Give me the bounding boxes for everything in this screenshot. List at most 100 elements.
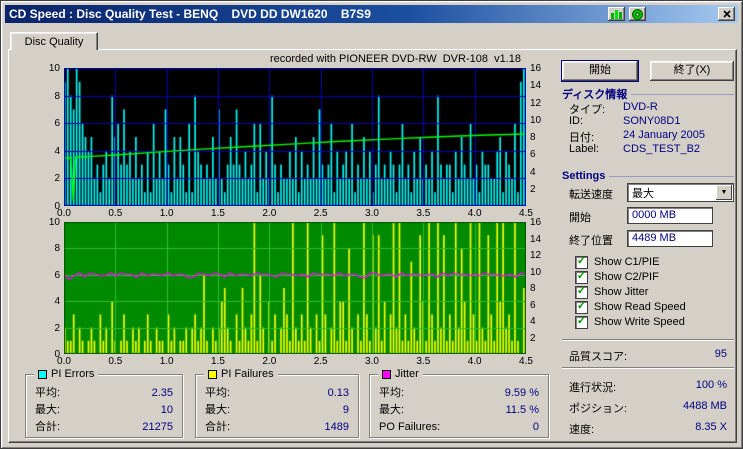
y2-axis-tick: 8 xyxy=(530,132,536,143)
disc-info-row: Label: CDS_TEST_B2 xyxy=(569,143,733,155)
checkbox-show-c2-pif[interactable]: ✓ Show C2/PIF xyxy=(575,270,659,284)
panel-title: PI Errors xyxy=(51,368,95,380)
panel-title: Jitter xyxy=(395,368,419,380)
stat-panel-pi-errors: PI Errors 平均: 2.35 最大: 10 合計: 21275 xyxy=(25,368,183,438)
pi-errors-swatch xyxy=(38,369,47,379)
disc-info-value: SONY08D1 xyxy=(623,115,681,127)
title-bar[interactable]: CD Speed : Disc Quality Test - BENQ DVD … xyxy=(5,5,738,23)
header-rule xyxy=(609,176,734,177)
checkbox-box[interactable]: ✓ xyxy=(575,300,588,314)
check-icon: ✓ xyxy=(576,270,587,282)
stat-label: 平均: xyxy=(35,387,61,399)
checkbox-show-c1-pie[interactable]: ✓ Show C1/PIE xyxy=(575,255,659,269)
disc-info-label: ID: xyxy=(569,115,584,127)
disc-icon xyxy=(632,8,643,20)
stat-label: PO Failures: xyxy=(379,421,441,433)
stat-value: 1489 xyxy=(324,421,349,433)
stat-row: 最大: 9 xyxy=(196,402,358,419)
header-rule xyxy=(631,94,734,95)
app-window: CD Speed : Disc Quality Test - BENQ DVD … xyxy=(0,0,743,449)
check-icon: ✓ xyxy=(576,315,587,327)
y-axis-tick: 0 xyxy=(54,201,60,212)
end-position-field[interactable]: 4489 MB xyxy=(627,230,713,247)
checkbox-show-read-speed[interactable]: ✓ Show Read Speed xyxy=(575,300,686,314)
transfer-speed-select[interactable]: 最大 ▼ xyxy=(627,183,734,202)
pi-failures-swatch xyxy=(208,369,217,379)
status-value: 100 % xyxy=(695,379,727,391)
disc-info-header: ディスク情報 xyxy=(562,86,734,102)
transfer-speed-value: 最大 xyxy=(632,187,654,200)
status-row: 進行状況: 100 % xyxy=(569,379,727,395)
y2-axis-tick: 16 xyxy=(530,63,542,74)
x-axis-tick: 1.0 xyxy=(159,356,174,367)
y-axis-tick: 6 xyxy=(54,118,60,130)
stat-label: 最大: xyxy=(205,404,231,416)
chart-icon xyxy=(611,10,622,19)
checkbox-show-write-speed[interactable]: ✓ Show Write Speed xyxy=(575,315,685,329)
y2-axis-tick: 16 xyxy=(530,217,542,228)
checkbox-box[interactable]: ✓ xyxy=(575,270,588,284)
checkbox-label: Show Read Speed xyxy=(594,301,686,313)
x-axis-tick: 3.0 xyxy=(365,356,379,367)
disc-info-label: Label: xyxy=(569,143,599,155)
stat-value: 9.59 % xyxy=(504,387,539,399)
y2-axis-tick: 2 xyxy=(530,183,536,195)
window-title: CD Speed : Disc Quality Test - BENQ DVD … xyxy=(9,7,371,21)
x-axis-tick: 2.5 xyxy=(313,356,328,367)
exit-button[interactable]: 終了(X) xyxy=(650,61,734,81)
x-axis-tick: 1.5 xyxy=(211,356,225,367)
disc-icon-button[interactable] xyxy=(629,7,646,21)
disc-quality-page: recorded with PIONEER DVD-RW DVR-108 v1.… xyxy=(8,49,737,443)
status-label: ポジション: xyxy=(569,403,628,415)
stat-row: 最大: 11.5 % xyxy=(370,402,548,419)
x-axis-tick: 4.0 xyxy=(467,208,482,219)
y2-axis-tick: 2 xyxy=(530,332,536,344)
separator xyxy=(562,367,734,369)
panel-legend: Jitter xyxy=(378,368,423,380)
checkbox-box[interactable]: ✓ xyxy=(575,315,588,329)
stat-label: 最大: xyxy=(35,404,61,416)
start-position-field[interactable]: 0000 MB xyxy=(627,207,713,224)
status-value: 4488 MB xyxy=(682,400,727,412)
y-axis-tick: 8 xyxy=(54,90,60,102)
checkbox-box[interactable]: ✓ xyxy=(575,285,588,299)
stat-value: 11.5 % xyxy=(505,404,539,416)
y2-axis-tick: 4 xyxy=(530,316,536,327)
chevron-down-icon[interactable]: ▼ xyxy=(716,185,732,200)
y-axis-tick: 6 xyxy=(54,269,60,281)
x-axis-tick: 0.5 xyxy=(108,356,123,367)
close-button[interactable] xyxy=(718,7,735,21)
y-axis-tick: 2 xyxy=(54,173,60,185)
recorded-with-text: recorded with PIONEER DVD-RW DVR-108 v1.… xyxy=(269,53,521,65)
panel-legend: PI Failures xyxy=(204,368,278,380)
y2-axis-tick: 10 xyxy=(530,114,542,126)
chart-icon-button[interactable] xyxy=(608,7,625,21)
y2-axis-tick: 4 xyxy=(530,166,536,178)
y2-axis-tick: 10 xyxy=(530,266,542,278)
stat-value: 10 xyxy=(160,404,173,416)
start-button[interactable]: 開始 xyxy=(561,60,639,82)
tab-disc-quality[interactable]: Disc Quality xyxy=(10,32,98,50)
y-axis-tick: 4 xyxy=(54,296,60,308)
end-position-label: 終了位置 xyxy=(569,235,613,247)
y2-axis-tick: 14 xyxy=(530,80,542,92)
y2-axis-tick: 12 xyxy=(530,250,542,261)
check-icon: ✓ xyxy=(576,300,587,312)
stat-row: 平均: 9.59 % xyxy=(370,385,548,402)
stat-row: PO Failures: 0 xyxy=(370,419,548,436)
x-axis-tick: 2.0 xyxy=(262,356,277,367)
checkbox-box[interactable]: ✓ xyxy=(575,255,588,269)
stat-label: 最大: xyxy=(379,404,405,416)
disc-info-value: CDS_TEST_B2 xyxy=(623,143,701,155)
y2-axis-tick: 6 xyxy=(530,149,536,161)
stat-value: 21275 xyxy=(142,421,173,433)
y2-axis-tick: 12 xyxy=(530,97,542,109)
pi-failures-jitter-chart xyxy=(64,222,526,354)
stat-panel-jitter: Jitter 平均: 9.59 % 最大: 11.5 % PO Failures: 0 xyxy=(369,368,549,438)
x-axis-tick: 2.5 xyxy=(313,208,328,219)
checkbox-label: Show C2/PIF xyxy=(594,271,659,283)
checkbox-label: Show Jitter xyxy=(594,286,649,298)
checkbox-show-jitter[interactable]: ✓ Show Jitter xyxy=(575,285,648,299)
y-axis-tick: 4 xyxy=(54,145,60,157)
stat-row: 最大: 10 xyxy=(26,402,182,419)
